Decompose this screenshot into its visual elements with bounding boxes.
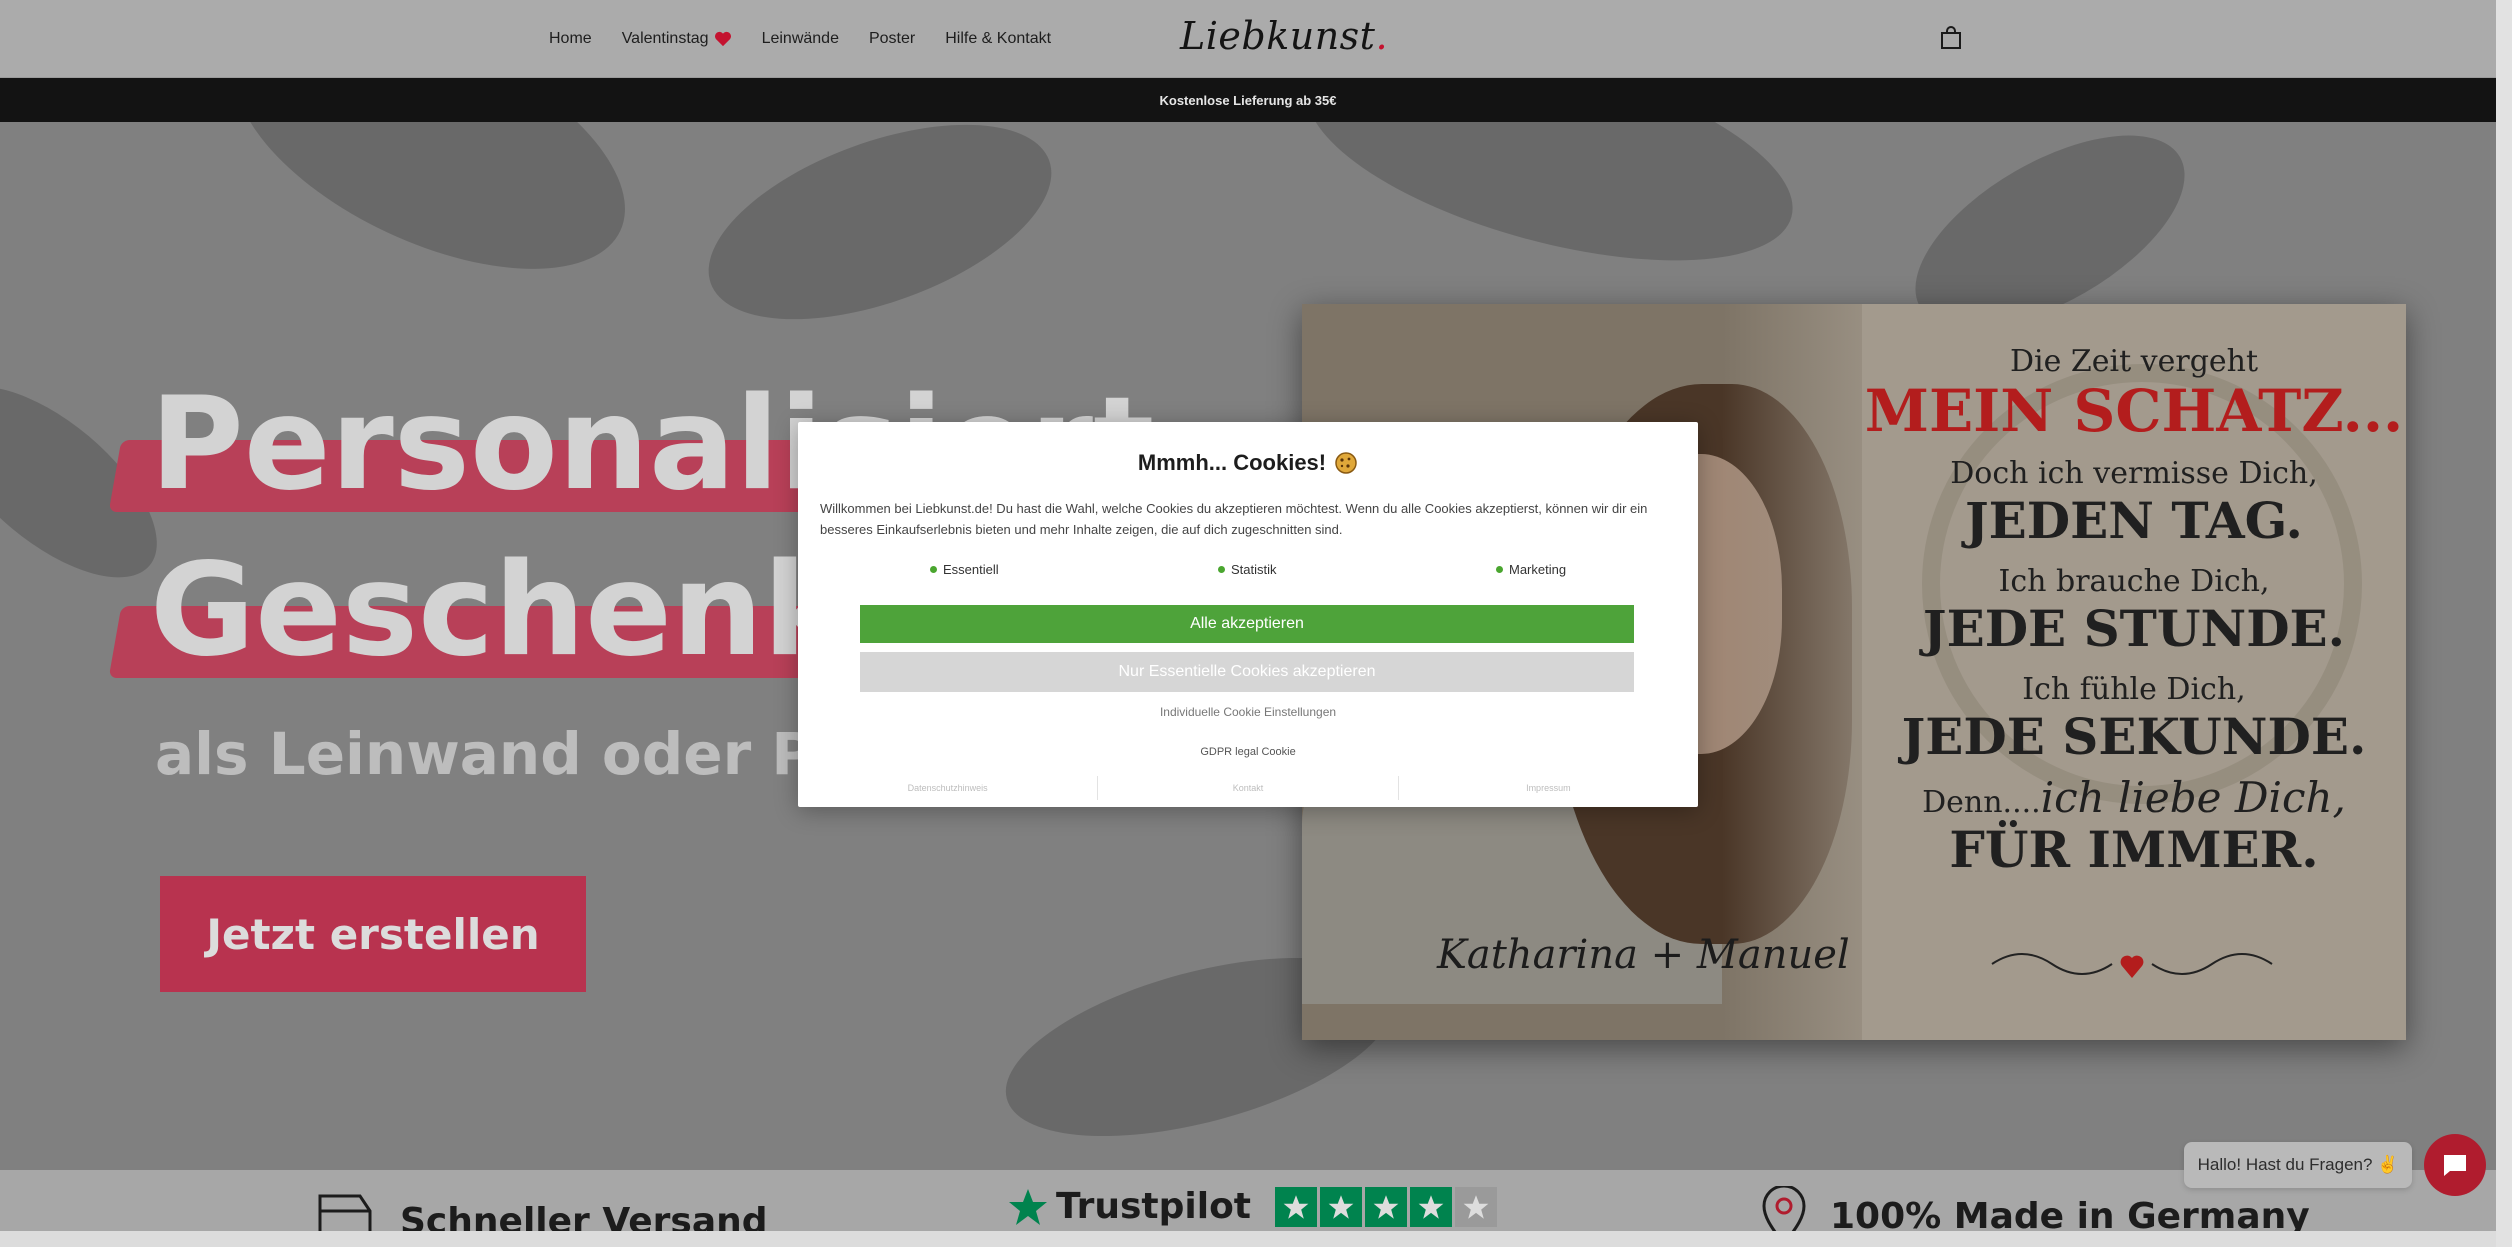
logo-text: Liebkunst bbox=[1180, 14, 1376, 58]
contact-link[interactable]: Kontakt bbox=[1098, 776, 1399, 800]
leaf-shadow bbox=[1285, 122, 1815, 304]
nav-valentinstag[interactable]: Valentinstag bbox=[622, 30, 732, 48]
cookie-modal-footer: Datenschutzhinweis Kontakt Impressum bbox=[798, 776, 1698, 800]
status-dot-icon bbox=[930, 566, 937, 573]
category-statistik[interactable]: Statistik bbox=[1218, 562, 1277, 577]
announcement-text: Kostenlose Lieferung ab 35€ bbox=[1159, 92, 1337, 108]
flourish-hearts-icon bbox=[1991, 953, 2273, 978]
logo-dot: . bbox=[1375, 14, 1389, 58]
canvas-names: Katharina + Manuel bbox=[1437, 932, 1850, 978]
nav-poster[interactable]: Poster bbox=[869, 30, 915, 48]
cookie-modal-title: Mmmh... Cookies! bbox=[1137, 450, 1327, 475]
nav-home-label: Home bbox=[549, 30, 592, 47]
heart-icon bbox=[714, 31, 731, 47]
horizontal-scrollbar[interactable] bbox=[0, 1231, 2496, 1247]
poem-line-big: JEDE SEKUNDE. bbox=[1901, 707, 2367, 766]
vertical-scrollbar[interactable] bbox=[2496, 0, 2512, 1247]
nav-poster-label: Poster bbox=[868, 30, 916, 47]
rating-star-icon bbox=[1320, 1186, 1363, 1227]
nav-hilfe-kontakt[interactable]: Hilfe & Kontakt bbox=[945, 30, 1051, 48]
poem-script: ich liebe Dich, bbox=[2040, 773, 2346, 822]
nav-hilfe-label: Hilfe & Kontakt bbox=[945, 30, 1052, 47]
shopping-bag-icon[interactable] bbox=[1940, 26, 1962, 50]
poem-line: Ich fühle Dich, bbox=[2022, 672, 2246, 707]
poem-line-red: MEIN SCHATZ... bbox=[1864, 377, 2404, 445]
rating-star-icon bbox=[1455, 1186, 1498, 1227]
cookie-consent-modal: Mmmh... Cookies! Willkommen bei Liebkuns… bbox=[798, 422, 1698, 807]
trustpilot-star-icon bbox=[1009, 1188, 1047, 1225]
accept-essential-button[interactable]: Nur Essentielle Cookies akzeptieren bbox=[860, 652, 1634, 692]
canvas-poem: Die Zeit vergeht MEIN SCHATZ... Doch ich… bbox=[1862, 344, 2406, 879]
chat-greeting-bubble[interactable]: Hallo! Hast du Fragen? ✌ bbox=[2184, 1142, 2412, 1188]
trustpilot-rating bbox=[1275, 1186, 1500, 1227]
chat-open-button[interactable] bbox=[2424, 1134, 2486, 1196]
accept-all-button[interactable]: Alle akzeptieren bbox=[860, 605, 1634, 643]
cookie-icon bbox=[1335, 452, 1357, 474]
category-essentiell[interactable]: Essentiell bbox=[930, 562, 999, 577]
status-dot-icon bbox=[1218, 566, 1225, 573]
nav-leinwaende-label: Leinwände bbox=[761, 30, 839, 47]
chat-greeting-text: Hallo! Hast du Fragen? ✌ bbox=[2197, 1155, 2399, 1174]
category-marketing[interactable]: Marketing bbox=[1496, 562, 1566, 577]
gdpr-cookie-link[interactable]: GDPR legal Cookie bbox=[798, 746, 1698, 758]
individual-settings-link[interactable]: Individuelle Cookie Einstellungen bbox=[798, 705, 1698, 719]
cookie-categories: Essentiell Statistik Marketing bbox=[798, 562, 1698, 582]
announcement-bar: Kostenlose Lieferung ab 35€ bbox=[0, 78, 2496, 122]
poem-line: Doch ich vermisse Dich, bbox=[1950, 456, 2318, 491]
create-now-button[interactable]: Jetzt erstellen bbox=[160, 876, 586, 992]
main-nav: Home Valentinstag Leinwände Poster Hilfe… bbox=[549, 0, 1081, 78]
nav-valentinstag-label: Valentinstag bbox=[621, 30, 709, 47]
rating-star-icon bbox=[1275, 1186, 1318, 1227]
trust-item-trustpilot[interactable]: Trustpilot bbox=[1008, 1186, 1500, 1227]
privacy-link[interactable]: Datenschutzhinweis bbox=[798, 776, 1099, 800]
poem-line-big: JEDE STUNDE. bbox=[1922, 599, 2346, 658]
category-label: Marketing bbox=[1509, 562, 1567, 577]
poem-line-big: JEDEN TAG. bbox=[1965, 491, 2303, 550]
rating-star-icon bbox=[1365, 1186, 1408, 1227]
cookie-modal-title-row: Mmmh... Cookies! bbox=[798, 450, 1698, 476]
leaf-shadow bbox=[683, 122, 1077, 359]
nav-home[interactable]: Home bbox=[549, 30, 592, 48]
nav-leinwaende[interactable]: Leinwände bbox=[762, 30, 839, 48]
poem-line-big: FÜR IMMER. bbox=[1949, 820, 2319, 879]
cookie-modal-description: Willkommen bei Liebkunst.de! Du hast die… bbox=[820, 501, 1648, 537]
rating-star-icon bbox=[1410, 1186, 1453, 1227]
chat-icon bbox=[2444, 1155, 2466, 1176]
poem-line: Die Zeit vergeht bbox=[2009, 344, 2259, 379]
poem-line: Denn....ich liebe Dich, bbox=[1862, 777, 2406, 821]
category-label: Statistik bbox=[1231, 562, 1277, 577]
leaf-shadow bbox=[197, 122, 663, 322]
category-label: Essentiell bbox=[943, 562, 999, 577]
imprint-link[interactable]: Impressum bbox=[1399, 776, 1698, 800]
site-header: Home Valentinstag Leinwände Poster Hilfe… bbox=[0, 0, 2496, 78]
status-dot-icon bbox=[1496, 566, 1503, 573]
logo[interactable]: Liebkunst. bbox=[1180, 14, 1388, 58]
trustpilot-label: Trustpilot bbox=[1056, 1186, 1252, 1227]
poem-line: Ich brauche Dich, bbox=[1998, 564, 2270, 599]
poem-denn: Denn.... bbox=[1922, 785, 2041, 820]
